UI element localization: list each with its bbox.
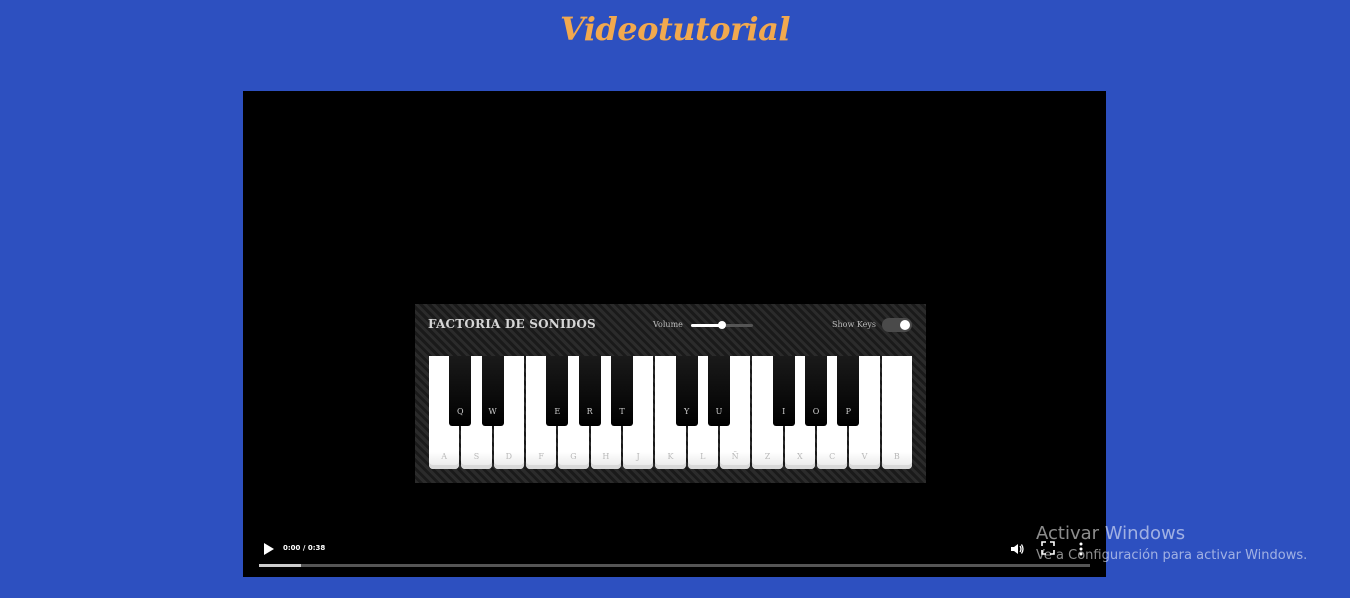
video-controls: 0:00 / 0:38 xyxy=(243,533,1106,577)
white-key-label: B xyxy=(893,452,900,461)
piano-black-key[interactable]: Q xyxy=(449,356,472,426)
volume-slider-thumb[interactable] xyxy=(718,321,726,329)
white-key-label: S xyxy=(473,452,480,461)
black-key-label: P xyxy=(845,407,852,416)
piano-black-key[interactable]: R xyxy=(578,356,601,426)
toggle-knob xyxy=(900,320,910,330)
white-key-label: K xyxy=(667,452,674,461)
piano-black-key[interactable]: W xyxy=(481,356,504,426)
black-key-label: Q xyxy=(457,407,464,416)
white-key-label: H xyxy=(602,452,610,461)
show-keys-label: Show Keys xyxy=(832,320,876,329)
progress-bar[interactable] xyxy=(259,564,1090,567)
play-icon[interactable] xyxy=(260,541,276,557)
piano-white-key[interactable]: B xyxy=(881,356,912,469)
piano-title: FACTORIA DE SONIDOS xyxy=(428,317,596,331)
progress-fill xyxy=(259,564,301,567)
black-key-label: Y xyxy=(684,407,690,416)
piano-black-key[interactable]: E xyxy=(546,356,569,426)
piano-black-key[interactable]: Y xyxy=(675,356,698,426)
black-key-label: O xyxy=(812,407,820,416)
piano-black-key[interactable]: P xyxy=(837,356,860,426)
activation-watermark-title: Activar Windows xyxy=(1036,523,1186,544)
volume-slider[interactable] xyxy=(691,321,753,329)
piano-frame: FACTORIA DE SONIDOS Volume Show Keys A S D… xyxy=(415,304,926,483)
piano-black-key[interactable]: T xyxy=(611,356,633,426)
video-player[interactable]: FACTORIA DE SONIDOS Volume Show Keys A S D… xyxy=(243,91,1106,577)
piano-black-key[interactable]: O xyxy=(805,356,827,426)
white-key-label: F xyxy=(538,452,544,461)
white-key-label: G xyxy=(570,452,577,461)
white-key-label: A xyxy=(441,452,448,461)
volume-label: Volume xyxy=(653,320,683,329)
activation-watermark-subtitle: Ve a Configuración para activar Windows. xyxy=(1036,548,1308,563)
time-display: 0:00 / 0:38 xyxy=(283,544,326,552)
white-key-label: V xyxy=(861,452,868,461)
black-key-label: U xyxy=(715,407,723,416)
white-key-label: L xyxy=(700,452,706,461)
show-keys-toggle[interactable] xyxy=(882,318,912,332)
piano-keyboard: A S D F G H J K L Ñ Z X C V B Q W E R T Y U I O P xyxy=(428,356,913,471)
volume-icon[interactable] xyxy=(1009,541,1025,557)
black-key-label: I xyxy=(782,407,786,416)
black-key-label: E xyxy=(554,407,561,416)
white-key-label: X xyxy=(796,452,803,461)
piano-black-key[interactable]: I xyxy=(772,356,795,426)
black-key-label: W xyxy=(488,407,497,416)
white-key-label: J xyxy=(636,452,640,461)
white-key-label: D xyxy=(505,452,513,461)
black-key-label: T xyxy=(619,407,625,416)
white-key-label: C xyxy=(829,452,836,461)
white-key-label: Ñ xyxy=(731,452,739,461)
page-title: Videotutorial xyxy=(559,10,791,48)
black-key-label: R xyxy=(586,407,593,416)
white-key-label: Z xyxy=(764,452,771,461)
piano-black-key[interactable]: U xyxy=(708,356,730,426)
